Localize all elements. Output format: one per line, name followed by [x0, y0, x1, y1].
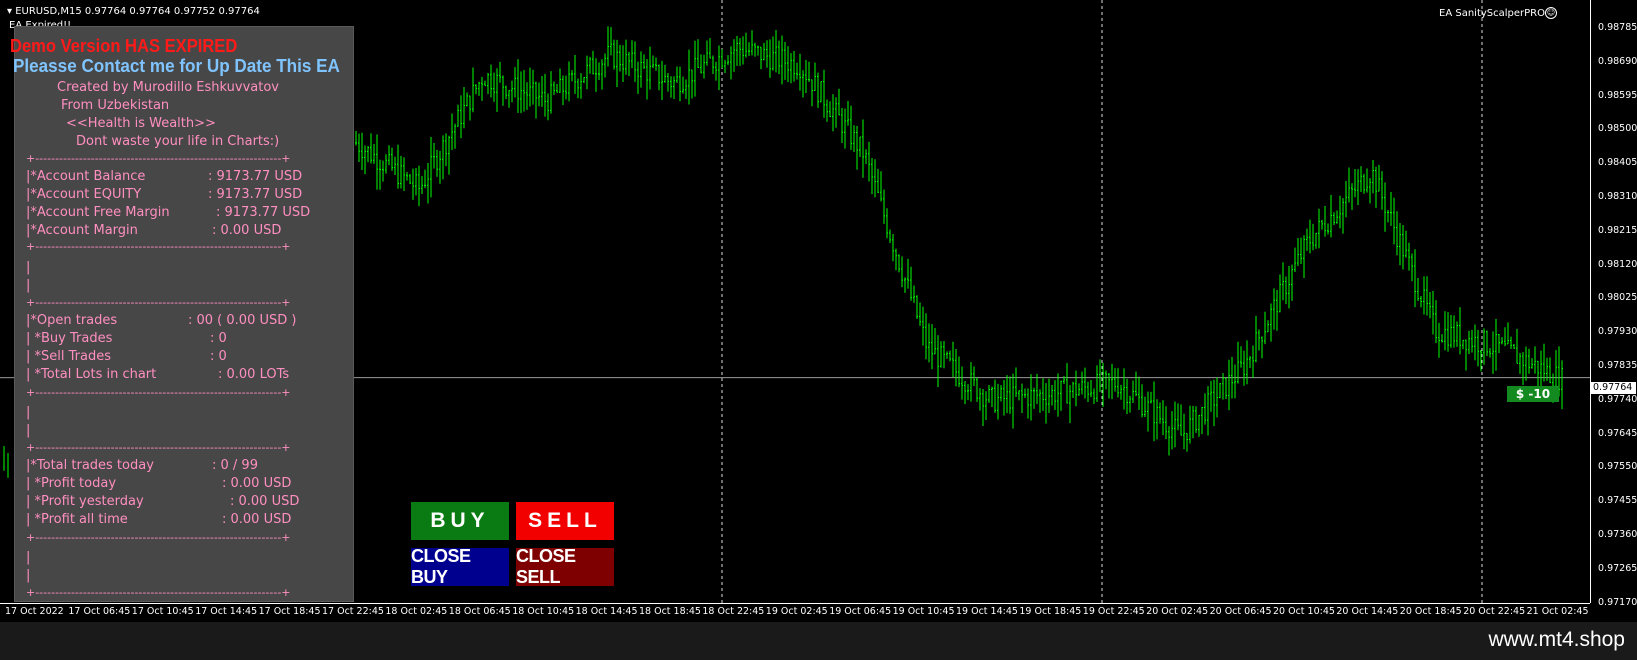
time-tick-label: 18 Oct 06:45 [448, 606, 511, 617]
price-tick-label: 0.98595 [1598, 89, 1637, 101]
panel-bar: | [26, 423, 31, 438]
price-tick-label: 0.98785 [1598, 22, 1637, 33]
created-by: Created by Murodillo Eshkuvvatov [57, 80, 279, 95]
demo-expired-message: Demo Version HAS EXPIRED [10, 36, 238, 56]
open-trades-value: : 0.00 LOTs [218, 367, 290, 382]
price-tick-label: 0.97455 [1598, 495, 1637, 507]
today-stats-label: | *Profit all time [26, 512, 128, 527]
close-buy-button[interactable]: CLOSE BUY [411, 546, 509, 587]
chart-title: ▾ EURUSD,M15 0.97764 0.97764 0.97752 0.9… [7, 6, 260, 17]
time-tick-label: 19 Oct 18:45 [1019, 606, 1082, 617]
price-tick-label: 0.98215 [1598, 224, 1637, 236]
account-row-value: : 9173.77 USD [208, 187, 303, 202]
price-tick-label: 0.98120 [1598, 258, 1637, 270]
account-row-value: : 0.00 USD [212, 223, 282, 238]
panel-bar: | [26, 278, 31, 293]
bottom-bar [0, 622, 1637, 660]
open-trades-label: | *Total Lots in chart [26, 367, 157, 382]
time-tick-label: 17 Oct 18:45 [258, 606, 321, 617]
smiley-icon: ☺ [1545, 7, 1557, 19]
open-trades-value: : 00 ( 0.00 USD ) [188, 313, 297, 328]
time-tick-label: 17 Oct 06:45 [68, 606, 131, 617]
time-tick-label: 17 Oct 14:45 [195, 606, 258, 617]
ea-name: EA SanityScalperPRO [1439, 8, 1545, 19]
price-tick-label: 0.97835 [1598, 360, 1637, 371]
open-trades-value: : 0 [210, 331, 227, 346]
contact-message: Pleasse Contact me for Up Date This EA [13, 56, 340, 76]
panel-bar: | [26, 405, 31, 420]
time-tick-label: 17 Oct 22:45 [322, 606, 384, 617]
today-stats-value: : 0.00 USD [230, 494, 300, 509]
panel-separator: +---------------------------------------… [26, 586, 291, 599]
time-tick-label: 19 Oct 06:45 [829, 606, 892, 617]
account-row-label: |*Account EQUITY [26, 187, 142, 202]
time-tick-label: 18 Oct 18:45 [639, 606, 701, 617]
chart-symbol-info: EURUSD,M15 0.97764 0.97764 0.97752 0.977… [15, 6, 260, 17]
time-tick-label: 20 Oct 02:45 [1146, 606, 1209, 617]
price-tick-label: 0.97645 [1598, 427, 1637, 439]
watermark: www.mt4.shop [1488, 628, 1625, 651]
today-stats-value: : 0.00 USD [222, 476, 292, 491]
today-stats-value: : 0.00 USD [222, 512, 292, 527]
today-stats-label: | *Profit today [26, 476, 117, 491]
time-tick-label: 21 Oct 02:45 [1526, 606, 1589, 617]
time-tick-label: 19 Oct 22:45 [1082, 606, 1145, 617]
open-trades-label: |*Open trades [26, 313, 118, 328]
panel-separator: +---------------------------------------… [26, 441, 291, 454]
time-tick-label: 20 Oct 22:45 [1463, 606, 1526, 617]
price-tick-label: 0.98025 [1598, 292, 1637, 304]
time-tick-label: 17 Oct 10:45 [131, 606, 194, 617]
account-row-label: |*Account Free Margin [26, 205, 170, 220]
time-tick-label: 20 Oct 14:45 [1336, 606, 1399, 617]
today-stats-label: |*Total trades today [26, 458, 154, 473]
close-sell-button[interactable]: CLOSE SELL [516, 546, 614, 587]
panel-bar: | [26, 550, 31, 565]
time-tick-label: 18 Oct 14:45 [575, 606, 638, 617]
time-tick-label: 19 Oct 10:45 [892, 606, 955, 617]
price-tick-label: 0.98310 [1598, 191, 1637, 202]
panel-separator: +---------------------------------------… [26, 296, 291, 309]
time-tick-label: 19 Oct 14:45 [956, 606, 1018, 617]
panel-bar: | [26, 260, 31, 275]
motto: <<Health is Wealth>> [66, 116, 216, 131]
time-tick-label: 18 Oct 02:45 [385, 606, 448, 617]
price-tick-label: 0.97930 [1598, 326, 1637, 338]
price-tick-label: 0.98690 [1598, 55, 1637, 67]
open-trades-label: | *Buy Trades [26, 331, 113, 346]
chart-window[interactable]: 0.98785 0.98690 0.98595 0.98500 0.98405 0.983… [0, 0, 1637, 622]
profit-label: $ -10 [1507, 386, 1559, 402]
account-row-label: |*Account Margin [26, 223, 138, 238]
price-tick-label: 0.98405 [1598, 157, 1637, 169]
account-row-label: |*Account Balance [26, 169, 146, 184]
price-tick-label: 0.97550 [1598, 461, 1637, 473]
time-tick-label: 20 Oct 10:45 [1273, 606, 1335, 617]
price-tick-label: 0.97740 [1598, 393, 1637, 405]
panel-separator: +---------------------------------------… [26, 531, 291, 544]
time-tick-label: 18 Oct 10:45 [512, 606, 575, 617]
sell-button[interactable]: SELL [516, 502, 614, 540]
price-tick-label: 0.97170 [1598, 596, 1637, 608]
origin: From Uzbekistan [61, 98, 170, 113]
panel-bar: | [26, 568, 31, 583]
price-tick-label: 0.97265 [1598, 562, 1637, 574]
price-tick-label: 0.97360 [1598, 529, 1637, 540]
today-stats-value: : 0 / 99 [212, 458, 258, 473]
open-trades-label: | *Sell Trades [26, 349, 111, 364]
panel-separator: +---------------------------------------… [26, 386, 291, 399]
panel-separator: +---------------------------------------… [26, 240, 291, 253]
today-stats-label: | *Profit yesterday [26, 494, 144, 509]
tip: Dont waste your life in Charts:) [76, 134, 280, 149]
buy-button[interactable]: BUY [411, 502, 509, 540]
time-tick-label: 19 Oct 02:45 [765, 606, 828, 617]
price-tick-label: 0.98500 [1598, 123, 1637, 135]
account-row-value: : 9173.77 USD [216, 205, 311, 220]
account-row-value: : 9173.77 USD [208, 169, 303, 184]
time-tick-label: 20 Oct 18:45 [1399, 606, 1462, 617]
time-tick-label: 18 Oct 22:45 [702, 606, 765, 617]
panel-separator: +---------------------------------------… [26, 152, 291, 165]
time-tick-label: 20 Oct 06:45 [1209, 606, 1272, 617]
time-tick-label: 17 Oct 2022 [5, 606, 64, 617]
open-trades-value: : 0 [210, 349, 227, 364]
current-price-tag: 0.97764 [1591, 382, 1636, 394]
